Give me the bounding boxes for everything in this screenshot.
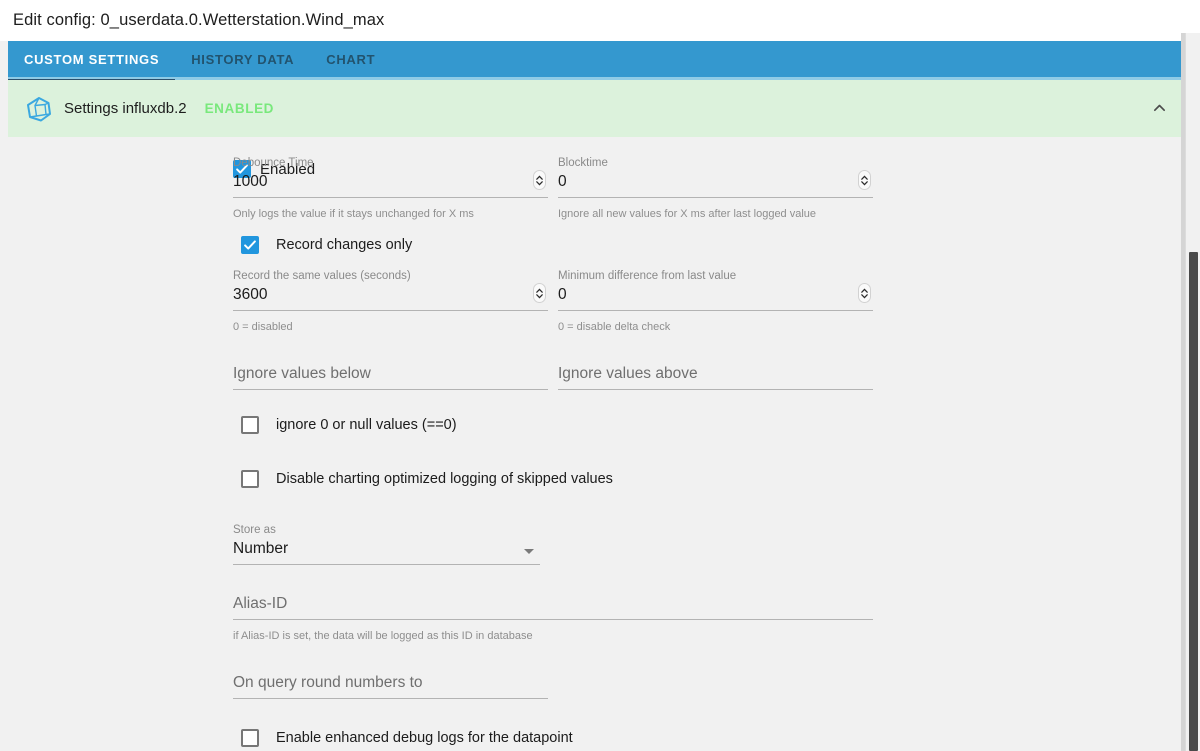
tab-custom-settings-label: CUSTOM SETTINGS [24,51,160,67]
ignore-values-above-input[interactable] [558,363,873,390]
record-changes-only-checkbox[interactable] [241,236,259,254]
ignore-zero-label: ignore 0 or null values (==0) [276,417,457,433]
alias-id-hint: if Alias-ID is set, the data will be log… [233,630,533,642]
tab-bar: CUSTOM SETTINGS HISTORY DATA CHART [8,40,1192,82]
minimum-difference-label: Minimum difference from last value [558,270,737,282]
blocktime-label: Blocktime [558,157,608,169]
field-minimum-difference: Minimum difference from last value 0 = d… [558,268,873,335]
minimum-difference-hint: 0 = disable delta check [558,321,671,333]
tab-history-data-label: HISTORY DATA [191,51,295,67]
tab-chart-label: CHART [326,51,376,67]
round-numbers-input[interactable] [233,672,548,699]
field-alias-id: if Alias-ID is set, the data will be log… [233,593,873,644]
debounce-time-hint: Only logs the value if it stays unchange… [233,208,474,220]
disable-charting-label: Disable charting optimized logging of sk… [276,471,613,487]
chevron-up-icon[interactable] [1148,98,1170,120]
enhanced-debug-row[interactable]: Enable enhanced debug logs for the datap… [233,703,1192,751]
debounce-time-label: Debounce Time [233,157,314,169]
store-as-label: Store as [233,524,276,536]
blocktime-stepper[interactable] [858,170,871,190]
record-changes-only-label: Record changes only [276,237,413,253]
store-as-select[interactable]: Number [233,538,540,565]
settings-form: Enabled Debounce Time 1000 Only logs the… [8,137,1192,751]
debounce-time-stepper[interactable] [533,170,546,190]
disable-charting-checkbox[interactable] [241,470,259,488]
tab-history-data[interactable]: HISTORY DATA [175,40,310,79]
minimum-difference-input[interactable] [558,284,873,311]
minimum-difference-stepper[interactable] [858,283,871,303]
field-store-as: Store as Number [233,522,540,565]
settings-panel-title: Settings influxdb.2 [64,100,187,117]
record-same-values-stepper[interactable] [533,283,546,303]
tab-custom-settings[interactable]: CUSTOM SETTINGS [8,40,176,82]
form-row-ignore-values [233,363,1192,394]
record-changes-only-row[interactable]: Record changes only [233,222,1192,268]
field-debounce-time: Debounce Time Only logs the value if it … [233,155,548,222]
window-titlebar: Edit config: 0_userdata.0.Wetterstation.… [0,0,1200,41]
scrollbar-thumb[interactable] [1189,252,1198,751]
edit-config-window: Edit config: 0_userdata.0.Wetterstation.… [0,0,1200,751]
ignore-values-below-input[interactable] [233,363,548,390]
disable-charting-row[interactable]: Disable charting optimized logging of sk… [233,448,1192,502]
page-title: Edit config: 0_userdata.0.Wetterstation.… [13,11,385,29]
settings-panel-header[interactable]: Settings influxdb.2 ENABLED [8,80,1192,137]
form-row-record-same: Record the same values (seconds) 0 = dis… [233,268,1192,335]
form-row-debounce: Debounce Time Only logs the value if it … [233,155,1192,222]
tab-chart[interactable]: CHART [310,40,391,79]
alias-id-input[interactable] [233,593,873,620]
enhanced-debug-label: Enable enhanced debug logs for the datap… [276,730,573,746]
debounce-time-input[interactable] [233,171,548,198]
ignore-zero-checkbox[interactable] [241,416,259,434]
vertical-scrollbar[interactable] [1185,33,1200,751]
influxdb-icon [26,96,52,122]
blocktime-hint: Ignore all new values for X ms after las… [558,208,817,220]
ignore-zero-row[interactable]: ignore 0 or null values (==0) [233,394,1192,448]
field-round-numbers [233,672,548,699]
field-record-same-values: Record the same values (seconds) 0 = dis… [233,268,548,335]
status-badge: ENABLED [204,101,275,116]
settings-panel: Settings influxdb.2 ENABLED Enabled Debo… [8,80,1192,751]
field-ignore-below [233,363,548,394]
blocktime-input[interactable] [558,171,873,198]
field-blocktime: Blocktime Ignore all new values for X ms… [558,155,873,222]
record-same-values-hint: 0 = disabled [233,321,293,333]
field-ignore-above [558,363,873,394]
record-same-values-label: Record the same values (seconds) [233,270,411,282]
enhanced-debug-checkbox[interactable] [241,729,259,747]
record-same-values-input[interactable] [233,284,548,311]
